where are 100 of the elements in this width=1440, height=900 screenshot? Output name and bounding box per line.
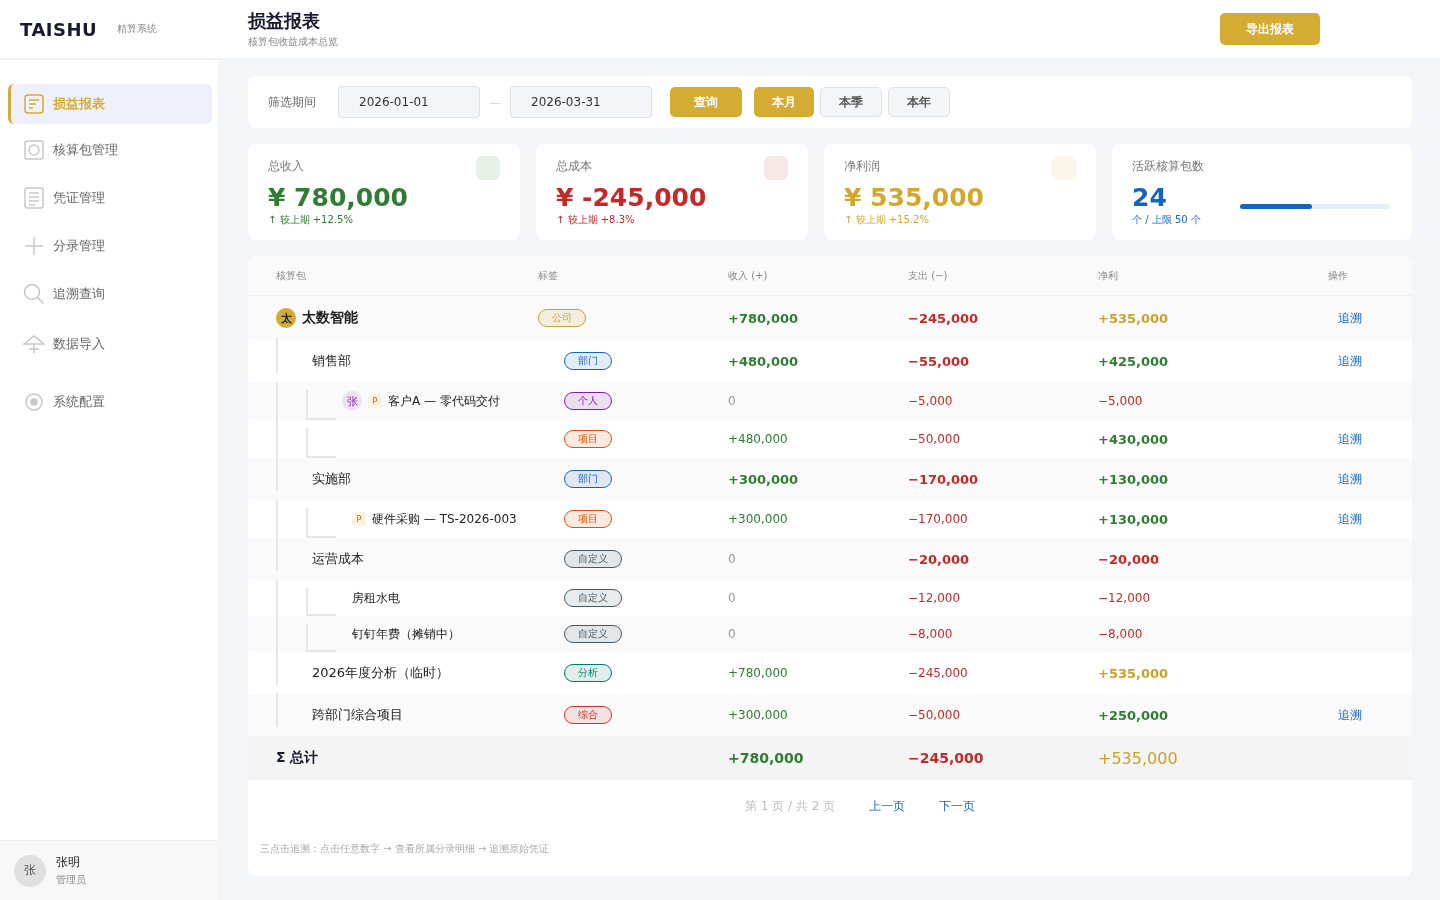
stat-label: 净利润	[844, 158, 880, 175]
prev-page-link[interactable]: 上一页	[869, 797, 906, 815]
package-tag: 公司	[538, 309, 586, 327]
expense-value[interactable]: −20,000	[908, 551, 970, 567]
package-name: 太数智能	[302, 309, 358, 327]
app-subtitle: 精算系统	[117, 22, 158, 36]
page-subtitle: 核算包收益成本总览	[248, 35, 338, 49]
user-role: 管理员	[56, 873, 86, 887]
trace-link[interactable]: 追溯	[1338, 706, 1362, 724]
income-value[interactable]: 0	[728, 394, 736, 408]
package-tag: 个人	[564, 392, 612, 410]
income-value[interactable]: +300,000	[728, 708, 788, 722]
net-value[interactable]: +130,000	[1098, 511, 1169, 527]
filter-label: 筛选期间	[268, 93, 316, 111]
column-header: 收入 (+)	[728, 268, 769, 283]
owner-avatar: 张	[342, 391, 362, 411]
page-title: 损益报表	[248, 9, 321, 33]
net-value[interactable]: −8,000	[1098, 627, 1143, 641]
income-value[interactable]: +780,000	[728, 666, 788, 680]
package-tag: 部门	[564, 352, 612, 370]
stat-change: ↑ 较上期 +8.3%	[556, 213, 636, 227]
income-value[interactable]: 0	[728, 627, 736, 641]
total-income: +780,000	[728, 750, 804, 766]
stat-value: ¥ 535,000	[844, 183, 985, 213]
package-tag: 自定义	[564, 625, 622, 643]
document-icon	[23, 187, 45, 209]
package-icon	[23, 139, 45, 161]
net-value[interactable]: −12,000	[1098, 591, 1151, 605]
stat-value: ¥ 780,000	[268, 183, 409, 213]
sidebar-item[interactable]: 系统配置	[8, 372, 212, 432]
expense-value[interactable]: −170,000	[908, 512, 968, 526]
period-tab[interactable]: 本季	[820, 87, 882, 117]
column-header: 净利	[1098, 268, 1119, 283]
expense-value[interactable]: −50,000	[908, 432, 961, 446]
package-name: 运营成本	[312, 550, 364, 568]
net-value[interactable]: +130,000	[1098, 471, 1169, 487]
stat-label: 总收入	[268, 158, 304, 175]
package-name: 跨部门综合项目	[312, 706, 403, 724]
period-tab[interactable]: 本年	[888, 87, 950, 117]
expense-value[interactable]: −245,000	[908, 310, 979, 326]
income-value[interactable]: +480,000	[728, 353, 799, 369]
package-tag: 项目	[564, 510, 612, 528]
expense-value[interactable]: −245,000	[908, 666, 968, 680]
sidebar-item[interactable]: 核算包管理	[8, 128, 212, 172]
net-value[interactable]: +250,000	[1098, 707, 1169, 723]
trace-link[interactable]: 追溯	[1338, 352, 1362, 370]
trace-link[interactable]: 追溯	[1338, 430, 1362, 448]
expense-value[interactable]: −55,000	[908, 353, 970, 369]
company-mark: 太	[276, 308, 296, 328]
column-header: 核算包	[276, 268, 307, 283]
expense-value[interactable]: −170,000	[908, 471, 979, 487]
user-avatar: 张	[14, 854, 46, 887]
column-header: 支出 (−)	[908, 268, 949, 283]
package-tag: 自定义	[564, 589, 622, 607]
total-label: Σ 总计	[276, 749, 320, 767]
user-name: 张明	[56, 854, 81, 871]
stat-value: ¥ -245,000	[556, 183, 708, 213]
package-name: 硬件采购 — TS-2026-003	[372, 510, 517, 528]
sidebar-item[interactable]: 数据导入	[8, 320, 212, 368]
income-value[interactable]: 0	[728, 591, 736, 605]
net-value[interactable]: +425,000	[1098, 353, 1169, 369]
start-date-field[interactable]: 2026-01-01	[338, 86, 480, 118]
stat-change: ↑ 较上期 +12.5%	[268, 213, 354, 227]
income-value[interactable]: +480,000	[728, 432, 788, 446]
project-badge: P	[352, 512, 366, 526]
logo: TAISHU	[20, 18, 98, 40]
help-note: 三点击追溯：点击任意数字 → 查看所属分录明细 → 追溯原始凭证	[260, 842, 550, 856]
expense-value[interactable]: −50,000	[908, 708, 961, 722]
column-header: 操作	[1328, 268, 1349, 283]
trace-link[interactable]: 追溯	[1338, 470, 1362, 488]
trace-link[interactable]: 追溯	[1338, 510, 1362, 528]
total-expense: −245,000	[908, 750, 984, 766]
expense-value[interactable]: −8,000	[908, 627, 953, 641]
income-value[interactable]: 0	[728, 552, 736, 566]
package-tag: 分析	[564, 664, 612, 682]
date-separator: —	[490, 96, 500, 108]
income-value[interactable]: +780,000	[728, 310, 799, 326]
end-date-field[interactable]: 2026-03-31	[510, 86, 652, 118]
package-name: 钉钉年费（摊销中）	[352, 625, 460, 643]
import-icon	[23, 333, 45, 355]
search-icon	[23, 283, 45, 305]
stat-change: ↑ 较上期 +15.2%	[844, 213, 930, 227]
net-value[interactable]: +430,000	[1098, 431, 1169, 447]
package-name: 实施部	[312, 470, 351, 488]
package-tag: 综合	[564, 706, 612, 724]
expense-value[interactable]: −12,000	[908, 591, 961, 605]
next-page-link[interactable]: 下一页	[939, 797, 976, 815]
package-name: 销售部	[312, 352, 351, 370]
net-value[interactable]: −20,000	[1098, 551, 1160, 567]
sidebar-item[interactable]: 追溯查询	[8, 272, 212, 316]
income-value[interactable]: +300,000	[728, 512, 788, 526]
expense-value[interactable]: −5,000	[908, 394, 953, 408]
stat-label: 总成本	[556, 158, 592, 175]
stat-value: 24	[1132, 183, 1168, 213]
sidebar-item[interactable]: 凭证管理	[8, 176, 212, 220]
sidebar-item[interactable]: 分录管理	[8, 224, 212, 268]
net-value[interactable]: −5,000	[1098, 394, 1143, 408]
settings-icon	[23, 391, 45, 413]
trace-link[interactable]: 追溯	[1338, 309, 1362, 327]
income-value[interactable]: +300,000	[728, 471, 799, 487]
